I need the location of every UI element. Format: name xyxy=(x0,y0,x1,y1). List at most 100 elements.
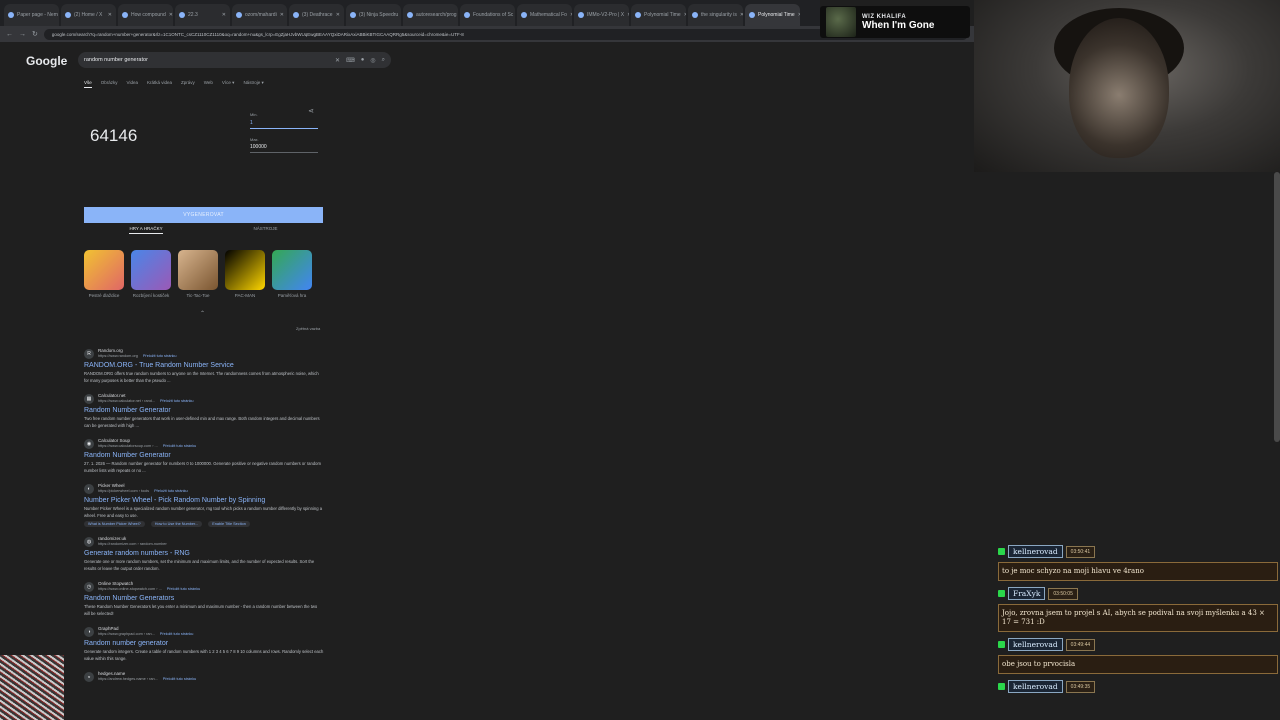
result-source[interactable]: ◍ randomizer.uk https://randomizer.com › r… xyxy=(84,536,324,547)
site-url: https://www.random.org Přeložit tuto strá… xyxy=(98,354,176,359)
translate-link[interactable]: Přeložit tuto stránku xyxy=(154,489,188,493)
result-source[interactable]: ◷ Online Stopwatch https://www.online-stop… xyxy=(84,581,324,592)
result-source[interactable]: ◉ Calculator Soup https://www.calculatorso… xyxy=(84,438,324,449)
forward-icon[interactable]: → xyxy=(19,31,26,38)
search-tab[interactable]: Krátká videa xyxy=(147,80,172,88)
translate-link[interactable]: Přeložit tuto stránku xyxy=(160,632,194,636)
search-result: ◉ Calculator Soup https://www.calculatorso… xyxy=(84,438,324,474)
result-snippet: 27. 1. 2026 — Random number generator fo… xyxy=(84,461,321,473)
share-icon[interactable]: ⋖ xyxy=(308,107,314,115)
result-source[interactable]: R Random.org https://www.random.org Přeloži… xyxy=(84,348,324,359)
scrollbar[interactable] xyxy=(1274,172,1280,442)
tab-favicon-icon xyxy=(179,12,185,18)
back-icon[interactable]: ← xyxy=(6,31,13,38)
browser-tab[interactable]: Polynomial Time ✕ xyxy=(631,4,686,26)
tab-close-icon[interactable]: ✕ xyxy=(798,12,800,18)
chat-header: FraXyk 03:50:05 xyxy=(998,587,1278,600)
browser-tab[interactable]: autoresearch/prog✕ xyxy=(403,4,458,26)
game-tile[interactable]: Paměťová hra xyxy=(272,250,312,298)
sitelink[interactable]: How to Use the Number... xyxy=(150,521,203,527)
result-source[interactable]: ▦ Calculator.net https://www.calculator.ne… xyxy=(84,393,324,404)
browser-tab[interactable]: ozom/mahardi ✕ xyxy=(232,4,287,26)
result-title-link[interactable]: Random Number Generators xyxy=(84,594,324,603)
search-icon[interactable]: ⌕ xyxy=(382,57,385,64)
search-tab[interactable]: Videa xyxy=(127,80,138,88)
translate-link[interactable]: Přeložit tuto stránku xyxy=(167,587,201,591)
search-box[interactable]: random number generator ✕ ⌨ ● ◎ ⌕ xyxy=(78,52,391,68)
browser-tab[interactable]: the singularity is ✕ xyxy=(688,4,743,26)
sitelink[interactable]: Enable Title Section xyxy=(208,521,250,527)
tab-close-icon[interactable]: ✕ xyxy=(108,12,112,18)
max-input[interactable]: 100000 xyxy=(250,144,318,153)
search-tab[interactable]: Zprávy xyxy=(181,80,195,88)
google-logo[interactable]: Google xyxy=(26,54,67,68)
site-url: https://www.graphpad.com › ran... Přeloži… xyxy=(98,632,193,637)
game-tile[interactable]: Pestré dlaždice xyxy=(84,250,124,298)
search-tab[interactable]: Web xyxy=(204,80,213,88)
keyboard-icon[interactable]: ⌨ xyxy=(346,57,355,64)
game-thumbnail[interactable] xyxy=(131,250,171,290)
game-tile[interactable]: PAC-MAN xyxy=(225,250,265,298)
game-tile[interactable]: Tic-Tac-Toe xyxy=(178,250,218,298)
site-favicon-icon: ◑ xyxy=(84,626,94,637)
clear-icon[interactable]: ✕ xyxy=(335,57,340,64)
tab-label: 22.3 xyxy=(188,12,198,18)
translate-link[interactable]: Přeložit tuto stránku xyxy=(163,444,197,448)
tab-close-icon[interactable]: ✕ xyxy=(684,12,686,18)
tab-games[interactable]: HRY A HRAČKY xyxy=(129,226,163,234)
result-source[interactable]: ◒ hedges.name https://andrew.hedges.name ›… xyxy=(84,671,324,682)
browser-tab[interactable]: Paper page - Nem✕ xyxy=(4,4,59,26)
result-title-link[interactable]: Generate random numbers - RNG xyxy=(84,549,324,558)
chat-message: FraXyk 03:50:05 Jojo, zrovna jsem to proje… xyxy=(998,587,1278,632)
game-thumbnail[interactable] xyxy=(178,250,218,290)
browser-tab[interactable]: IMMo-V2-Pro | X✕ xyxy=(574,4,629,26)
result-title-link[interactable]: RANDOM.ORG - True Random Number Service xyxy=(84,361,324,370)
reload-icon[interactable]: ↻ xyxy=(32,30,38,38)
min-input[interactable]: 1 xyxy=(250,120,318,129)
search-tab[interactable]: Nástroje ▾ xyxy=(243,80,263,88)
result-title-link[interactable]: Random Number Generator xyxy=(84,406,324,415)
generate-button[interactable]: VYGENEROVAT xyxy=(84,207,323,223)
result-title-link[interactable]: Random number generator xyxy=(84,639,324,648)
feedback-link[interactable]: Zpětná vazba xyxy=(296,326,320,331)
search-tab[interactable]: Obrázky xyxy=(101,80,118,88)
browser-tab[interactable]: Foundations of Sc✕ xyxy=(460,4,515,26)
game-thumbnail[interactable] xyxy=(272,250,312,290)
translate-link[interactable]: Přeložit tuto stránku xyxy=(160,399,194,403)
result-title-link[interactable]: Number Picker Wheel - Pick Random Number… xyxy=(84,496,324,505)
game-thumbnail[interactable] xyxy=(84,250,124,290)
browser-tab[interactable]: 22.3 ✕ xyxy=(175,4,230,26)
chat-text: to je moc schyzo na moji hlavu ve 4rano xyxy=(998,562,1278,581)
browser-tab[interactable]: Mathematical Fo✕ xyxy=(517,4,572,26)
rng-result: 64146 xyxy=(90,126,138,145)
translate-link[interactable]: Přeložit tuto stránku xyxy=(143,354,177,358)
tab-tools[interactable]: NÁSTROJE xyxy=(254,226,278,234)
collapse-icon[interactable]: ⌃ xyxy=(200,310,205,317)
browser-tab[interactable]: (2) Home / X ✕ xyxy=(61,4,116,26)
search-tab[interactable]: Vše xyxy=(84,80,92,88)
tab-close-icon[interactable]: ✕ xyxy=(222,12,226,18)
translate-link[interactable]: Přeložit tuto stránku xyxy=(163,677,197,681)
game-thumbnail[interactable] xyxy=(225,250,265,290)
tab-close-icon[interactable]: ✕ xyxy=(336,12,340,18)
result-source[interactable]: ◑ GraphPad https://www.graphpad.com › ran.… xyxy=(84,626,324,637)
browser-tab[interactable]: How compound ✕ xyxy=(118,4,173,26)
lens-icon[interactable]: ◎ xyxy=(370,57,375,64)
result-title-link[interactable]: Random Number Generator xyxy=(84,451,324,460)
result-source[interactable]: ◐ Picker Wheel https://pickerwheel.com › t… xyxy=(84,483,324,494)
search-input[interactable]: random number generator xyxy=(84,57,329,63)
site-url: https://pickerwheel.com › tools Přeložit … xyxy=(98,489,188,494)
tab-close-icon[interactable]: ✕ xyxy=(740,12,743,18)
sitelink[interactable]: What is Number Picker Wheel? xyxy=(84,521,145,527)
browser-tab[interactable]: Polynomial Time ✕ xyxy=(745,4,800,26)
browser-tab[interactable]: (3) Ninja Speedru✕ xyxy=(346,4,401,26)
mic-icon[interactable]: ● xyxy=(361,57,365,63)
tab-close-icon[interactable]: ✕ xyxy=(627,12,629,18)
tab-close-icon[interactable]: ✕ xyxy=(570,12,572,18)
site-favicon-icon: ◒ xyxy=(84,671,94,682)
browser-tab[interactable]: (3) Deathrace ✕ xyxy=(289,4,344,26)
tab-close-icon[interactable]: ✕ xyxy=(280,12,284,18)
search-tab[interactable]: Více ▾ xyxy=(222,80,235,88)
tab-close-icon[interactable]: ✕ xyxy=(169,12,173,18)
game-tile[interactable]: Rozbíjení kostiček xyxy=(131,250,171,298)
